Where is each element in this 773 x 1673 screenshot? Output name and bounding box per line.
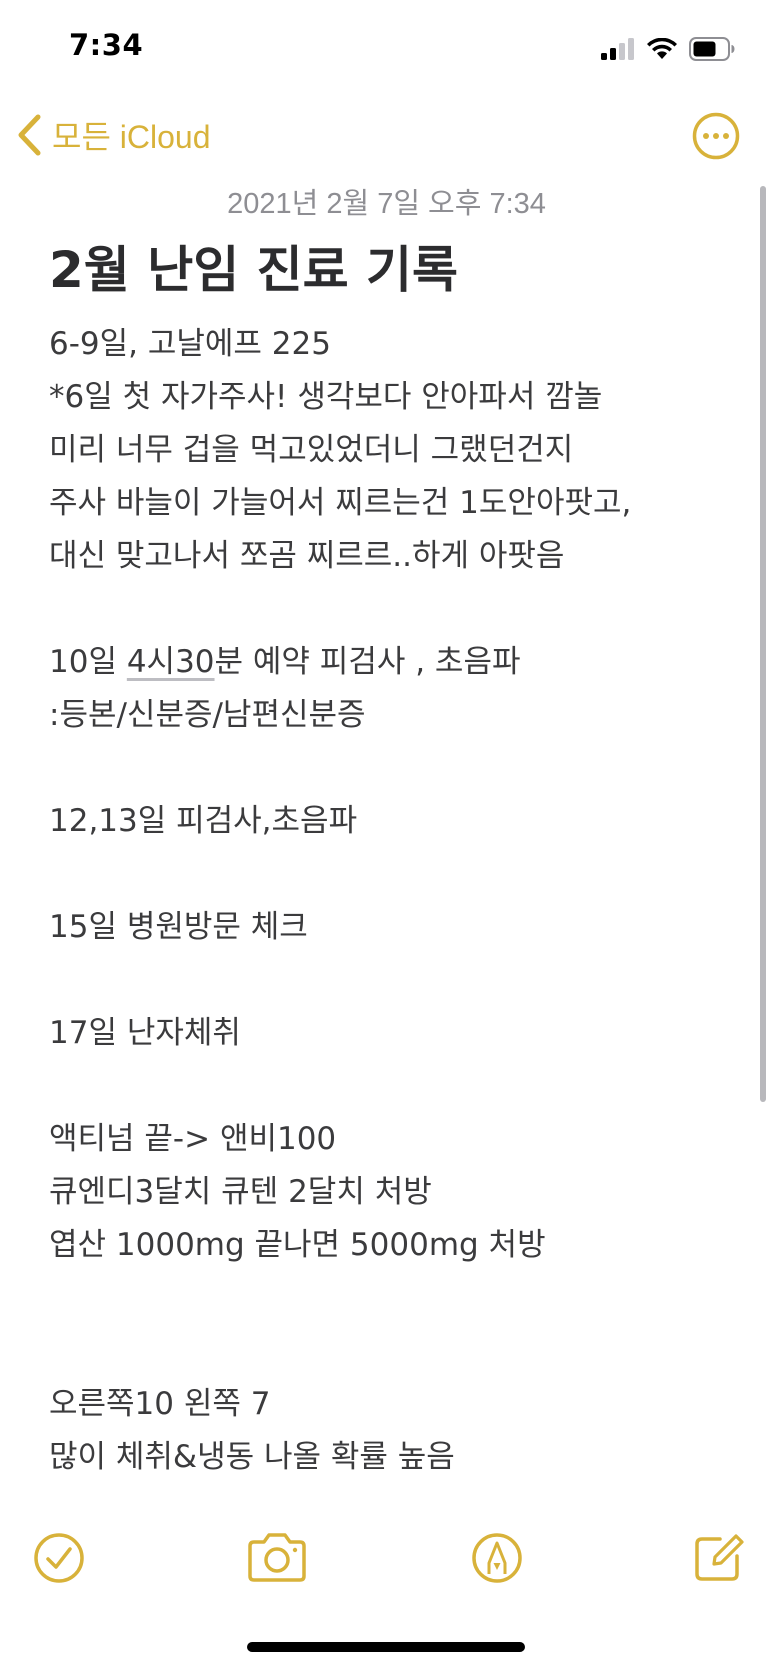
appointment-detail-text: 분 예약 피검사 , 초음파 bbox=[214, 644, 521, 680]
note-line: 엽산 1000mg 끝나면 5000mg 처방 bbox=[49, 1227, 546, 1263]
note-line bbox=[49, 1272, 739, 1325]
home-indicator[interactable] bbox=[247, 1642, 525, 1652]
ellipsis-circle-icon bbox=[692, 112, 740, 160]
scrollbar[interactable] bbox=[760, 186, 766, 1102]
status-icons bbox=[601, 34, 735, 64]
compose-button[interactable] bbox=[690, 1530, 746, 1586]
appointment-day-text: 10일 bbox=[49, 644, 127, 680]
camera-icon bbox=[248, 1533, 306, 1582]
note-title[interactable]: 2월 난임 진료 기록 bbox=[49, 240, 458, 300]
status-time: 7:34 bbox=[69, 28, 144, 62]
note-line: 액티넘 끝-> 앤비100 bbox=[49, 1121, 337, 1157]
note-line: 주사 바늘이 가늘어서 찌르는건 1도안아팟고, bbox=[49, 485, 632, 521]
note-line bbox=[49, 583, 739, 636]
note-line: 12,13일 피검사,초음파 bbox=[49, 803, 358, 839]
markup-button[interactable] bbox=[469, 1530, 525, 1586]
note-body[interactable]: 6-9일, 고날에프 225 *6일 첫 자가주사! 생각보다 안아파서 깜놀 … bbox=[49, 318, 739, 1484]
note-line-appointment: 10일 4시30분 예약 피검사 , 초음파 bbox=[49, 636, 739, 689]
camera-button[interactable] bbox=[244, 1530, 310, 1586]
note-line: 미리 너무 겁을 먹고있었더니 그랬던건지 bbox=[49, 432, 574, 468]
bottom-toolbar bbox=[0, 1530, 773, 1590]
checklist-button[interactable] bbox=[31, 1530, 87, 1586]
note-line: 17일 난자체취 bbox=[49, 1015, 241, 1051]
note-line: 15일 병원방문 체크 bbox=[49, 909, 308, 945]
back-button[interactable]: 모든 iCloud bbox=[16, 110, 211, 160]
note-date: 2021년 2월 7일 오후 7:34 bbox=[227, 188, 546, 220]
note-line: 대신 맞고나서 쪼곰 찌르르..하게 아팟음 bbox=[49, 538, 565, 574]
wifi-icon bbox=[647, 38, 677, 59]
note-line: *6일 첫 자가주사! 생각보다 안아파서 깜놀 bbox=[49, 379, 603, 415]
more-options-button[interactable] bbox=[692, 112, 740, 160]
note-line bbox=[49, 1325, 739, 1378]
note-line: 6-9일, 고날에프 225 bbox=[49, 326, 331, 362]
checkmark-circle-icon bbox=[34, 1533, 84, 1583]
cellular-signal-icon bbox=[601, 38, 634, 60]
note-line bbox=[49, 848, 739, 901]
chevron-left-icon bbox=[18, 114, 41, 156]
note-line bbox=[49, 1060, 739, 1113]
note-line: 많이 체취&냉동 나올 확률 높음 bbox=[49, 1439, 455, 1475]
note-line: :등본/신분증/남편신분증 bbox=[49, 697, 366, 733]
note-line bbox=[49, 742, 739, 795]
note-line: 큐엔디3달치 큐텐 2달치 처방 bbox=[49, 1174, 432, 1210]
appointment-time-link[interactable]: 4시30 bbox=[127, 644, 215, 680]
battery-icon bbox=[689, 37, 735, 61]
note-line bbox=[49, 954, 739, 1007]
pen-circle-icon bbox=[472, 1533, 522, 1583]
note-line: 오른쪽10 왼쪽 7 bbox=[49, 1386, 271, 1422]
back-button-label: 모든 iCloud bbox=[52, 119, 211, 155]
compose-icon bbox=[695, 1534, 744, 1581]
